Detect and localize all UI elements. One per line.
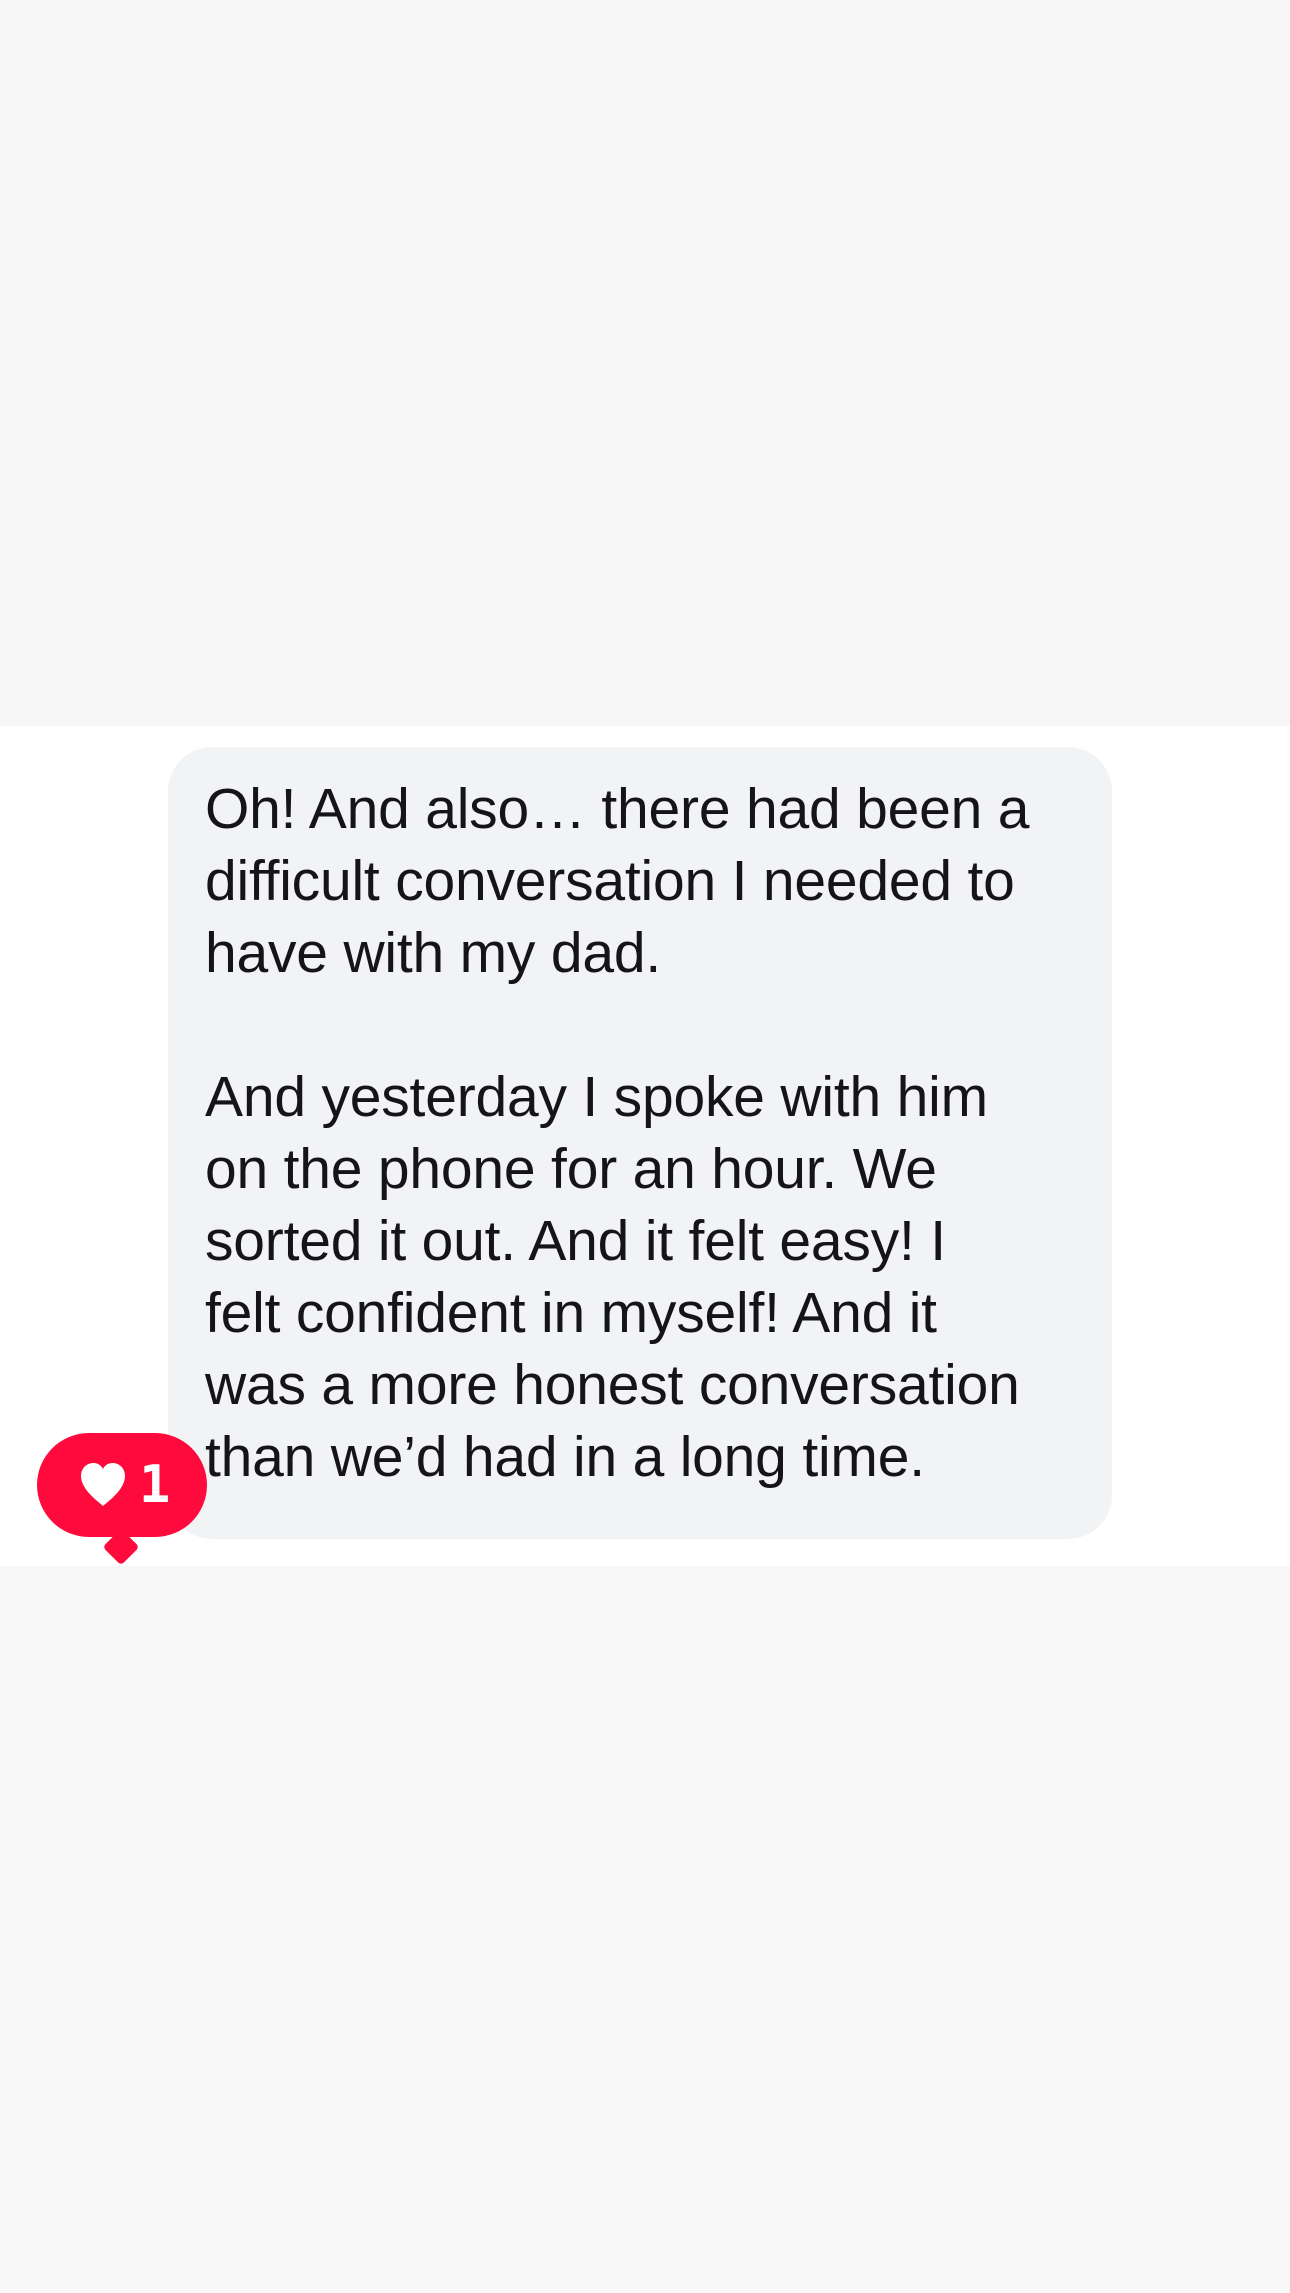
- reaction-count: 1: [139, 1455, 171, 1515]
- message-paragraph: And yesterday I spoke with him on the ph…: [205, 1065, 1020, 1489]
- heart-icon: [81, 1463, 125, 1506]
- chat-background-top: [0, 0, 1290, 726]
- chat-background-bottom: [0, 1566, 1290, 2293]
- message-paragraph: Oh! And also… there had been a difficult…: [205, 777, 1030, 985]
- message-bubble[interactable]: Oh! And also… there had been a difficult…: [168, 747, 1112, 1539]
- heart-reaction-badge[interactable]: 1: [37, 1433, 207, 1537]
